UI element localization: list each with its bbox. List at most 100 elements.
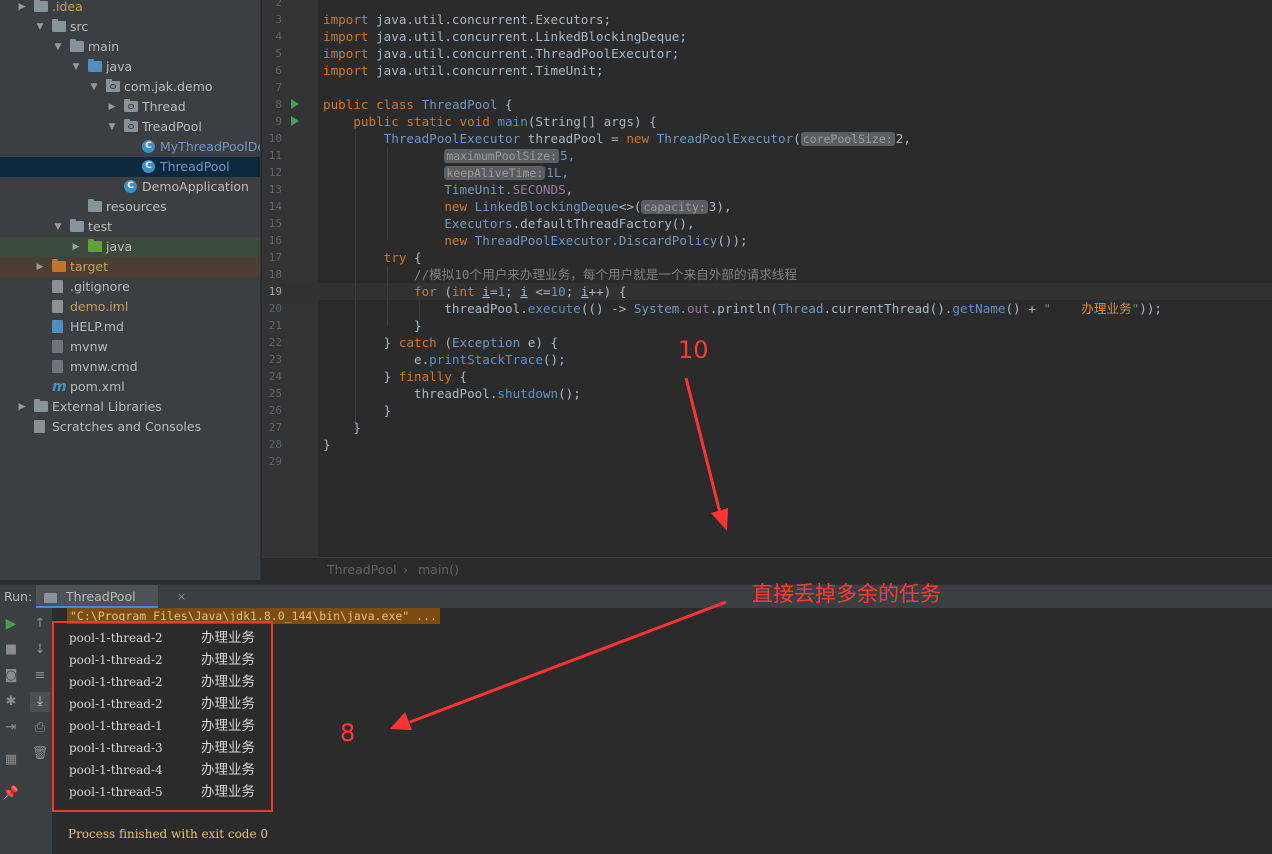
code-line-28[interactable]: }	[323, 436, 331, 453]
tree-item-scratches-and-consoles[interactable]: Scratches and Consoles	[0, 417, 260, 437]
trash-icon[interactable]: 🗑	[30, 744, 50, 764]
tree-item-main[interactable]: ▼ main	[0, 37, 260, 57]
print-icon[interactable]: ⎙	[30, 718, 50, 738]
code-line-18[interactable]: //模拟10个用户来办理业务，每个用户就是一个来自外部的请求线程	[323, 266, 797, 283]
tree-item-pom-xml[interactable]: m pom.xml	[0, 377, 260, 397]
tree-item-gitignore[interactable]: .gitignore	[0, 277, 260, 297]
java-class-icon: C	[142, 160, 155, 173]
code-line-25[interactable]: threadPool.shutdown();	[323, 385, 581, 402]
tree-item-external-libraries[interactable]: ▶ External Libraries	[0, 397, 260, 417]
chevron-down-icon[interactable]: ▼	[70, 57, 82, 77]
chevron-down-icon[interactable]: ▼	[106, 117, 118, 137]
chevron-down-icon[interactable]: ▼	[88, 77, 100, 97]
line-number: 3	[275, 13, 282, 26]
code-line-26[interactable]: }	[323, 402, 392, 419]
tree-item-thread[interactable]: ▶ Thread	[0, 97, 260, 117]
type-name: ThreadPoolExecutor	[383, 131, 521, 146]
exit-icon[interactable]: ⇥	[1, 718, 21, 738]
tree-item-demoapplication[interactable]: C DemoApplication	[0, 177, 260, 197]
tree-item-mythreadpooldemo[interactable]: C MyThreadPoolDemo	[0, 137, 260, 157]
code-line-22[interactable]: } catch (Exception e) {	[323, 334, 558, 351]
camera-icon[interactable]: ◙	[1, 666, 21, 686]
breadcrumb-method[interactable]: main()	[418, 558, 459, 582]
tree-item-help-md[interactable]: HELP.md	[0, 317, 260, 337]
line-number: 6	[275, 64, 282, 77]
tree-item-idea[interactable]: ▶ .idea	[0, 0, 260, 17]
chevron-down-icon[interactable]: ▼	[34, 17, 46, 37]
tree-item-demo-iml[interactable]: demo.iml	[0, 297, 260, 317]
code-line-11[interactable]: maximumPoolSize: 5,	[323, 147, 575, 164]
scroll-to-end-icon[interactable]: ⤓	[30, 692, 50, 712]
code-line-27[interactable]: }	[323, 419, 361, 436]
arrow-down-icon[interactable]: ↓	[30, 640, 50, 660]
tree-item-target[interactable]: ▶ target	[0, 257, 260, 277]
chevron-right-icon[interactable]: ▶	[106, 97, 118, 117]
tree-item-mvnw[interactable]: mvnw	[0, 337, 260, 357]
keyword: class	[376, 97, 415, 112]
line-number: 11	[268, 149, 282, 162]
tree-item-com-jak-demo[interactable]: ▼ com.jak.demo	[0, 77, 260, 97]
code-line-6[interactable]: import java.util.concurrent.TimeUnit;	[323, 62, 604, 79]
gitignore-file-icon	[52, 280, 63, 293]
code-line-5[interactable]: import java.util.concurrent.ThreadPoolEx…	[323, 45, 679, 62]
line-number: 23	[268, 353, 282, 366]
code-line-20[interactable]: threadPool.execute(() -> System.out.prin…	[323, 300, 1162, 317]
run-main-gutter-icon[interactable]	[291, 116, 299, 126]
code-line-3[interactable]: import java.util.concurrent.Executors;	[323, 11, 611, 28]
code-comment: //模拟10个用户来办理业务，每个用户就是一个来自外部的请求线程	[414, 267, 797, 282]
code-line-21[interactable]: }	[323, 317, 422, 334]
code-line-10[interactable]: ThreadPoolExecutor threadPool = new Thre…	[323, 130, 911, 147]
chevron-right-icon[interactable]: ▶	[16, 0, 28, 17]
folder-icon	[70, 39, 84, 52]
chevron-right-icon[interactable]: ▶	[70, 237, 82, 257]
code-text: <>(	[618, 199, 642, 214]
tree-item-src[interactable]: ▼ src	[0, 17, 260, 37]
line-number: 26	[268, 404, 282, 417]
code-line-16[interactable]: new ThreadPoolExecutor.DiscardPolicy());	[323, 232, 747, 249]
code-line-23[interactable]: e.printStackTrace();	[323, 351, 566, 368]
code-text: }	[383, 369, 399, 384]
code-text: {	[406, 250, 422, 265]
folder-icon	[52, 19, 66, 32]
pin-icon[interactable]: 📌	[1, 784, 21, 804]
breadcrumb-class[interactable]: ThreadPool	[327, 558, 397, 582]
tree-item-java[interactable]: ▼ java	[0, 57, 260, 77]
chevron-right-icon[interactable]: ▶	[34, 257, 46, 277]
code-line-9[interactable]: public static void main(String[] args) {	[323, 113, 656, 130]
code-line-17[interactable]: try {	[323, 249, 422, 266]
rerun-icon[interactable]: ▶	[1, 614, 21, 634]
tree-item-mvnw-cmd[interactable]: mvnw.cmd	[0, 357, 260, 377]
layout-icon[interactable]: ▦	[1, 750, 21, 770]
chevron-right-icon[interactable]: ▶	[16, 397, 28, 417]
code-line-24[interactable]: } finally {	[323, 368, 467, 385]
stop-icon[interactable]: ■	[1, 640, 21, 660]
run-tab[interactable]: ThreadPool ×	[36, 585, 186, 609]
tree-item-threadpool[interactable]: C ThreadPool	[0, 157, 260, 177]
code-line-8[interactable]: public class ThreadPool {	[323, 96, 513, 113]
tree-item-resources[interactable]: resources	[0, 197, 260, 217]
tree-item-java[interactable]: ▶ java	[0, 237, 260, 257]
line-number: 27	[268, 421, 282, 434]
line-number: 24	[268, 370, 282, 383]
chevron-down-icon[interactable]: ▼	[52, 217, 64, 237]
tree-item-test[interactable]: ▼ test	[0, 217, 260, 237]
code-line-4[interactable]: import java.util.concurrent.LinkedBlocki…	[323, 28, 687, 45]
debug-icon[interactable]: ✱	[1, 692, 21, 712]
close-icon[interactable]: ×	[177, 585, 186, 609]
iml-file-icon	[52, 300, 63, 313]
soft-wrap-icon[interactable]: ≡	[30, 666, 50, 686]
run-toolbar: ▶ ↑ ■ ↓ ◙ ≡ ✱ ⤓ ⇥ ⎙ 🗑 ▦ 📌	[0, 608, 52, 854]
code-line-15[interactable]: Executors.defaultThreadFactory(),	[323, 215, 694, 232]
run-class-gutter-icon[interactable]	[291, 99, 299, 109]
type-name: System.	[633, 301, 687, 316]
tree-item-treadpool[interactable]: ▼ TreadPool	[0, 117, 260, 137]
code-line-13[interactable]: TimeUnit.SECONDS,	[323, 181, 573, 198]
tree-item-label: mvnw.cmd	[70, 359, 138, 374]
code-line-12[interactable]: keepAliveTime: 1L,	[323, 164, 569, 181]
class-name: ThreadPool	[421, 97, 498, 112]
code-text: e) {	[520, 335, 559, 350]
chevron-down-icon[interactable]: ▼	[52, 37, 64, 57]
arrow-up-icon[interactable]: ↑	[30, 614, 50, 634]
code-line-19[interactable]: for (int i=1; i <=10; i++) {	[323, 283, 626, 300]
code-line-14[interactable]: new LinkedBlockingDeque<>(capacity: 3),	[323, 198, 732, 215]
